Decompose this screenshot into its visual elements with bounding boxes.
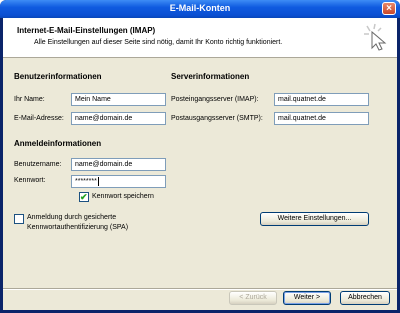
title-bar[interactable]: E-Mail-Konten × (0, 0, 400, 18)
spa-label-line1[interactable]: Anmeldung durch gesicherte (27, 214, 116, 221)
password-field[interactable]: ******** (71, 175, 166, 188)
back-button[interactable]: < Zurück (229, 291, 277, 305)
cancel-button[interactable]: Abbrechen (340, 291, 390, 305)
next-button[interactable]: Weiter > (283, 291, 331, 305)
login-info-heading: Anmeldeinformationen (14, 139, 102, 148)
more-settings-button[interactable]: Weitere Einstellungen... (260, 212, 369, 226)
header-subtitle: Alle Einstellungen auf dieser Seite sind… (34, 39, 283, 46)
name-label: Ihr Name: (14, 96, 45, 103)
wizard-cursor-icon (364, 23, 387, 51)
password-value: ******** (75, 178, 97, 185)
remember-password-label[interactable]: Kennwort speichern (92, 193, 154, 200)
username-field[interactable]: name@domain.de (71, 158, 166, 171)
server-info-heading: Serverinformationen (171, 72, 250, 81)
email-field[interactable]: name@domain.de (71, 112, 166, 125)
wizard-header: Internet-E-Mail-Einstellungen (IMAP) All… (3, 18, 397, 58)
window-title: E-Mail-Konten (169, 3, 231, 13)
password-label: Kennwort: (14, 177, 46, 184)
username-label: Benutzername: (14, 161, 62, 168)
email-accounts-window: E-Mail-Konten × Internet-E-Mail-Einstell… (0, 0, 400, 313)
user-info-heading: Benutzerinformationen (14, 72, 102, 81)
text-caret (97, 177, 99, 186)
remember-password-checkbox[interactable]: ✔ (79, 192, 89, 202)
spa-label-line2[interactable]: Kennwortauthentifizierung (SPA) (27, 224, 128, 231)
incoming-server-label: Posteingangsserver (IMAP): (171, 96, 259, 103)
header-title: Internet-E-Mail-Einstellungen (IMAP) (17, 26, 156, 35)
outgoing-server-label: Postausgangsserver (SMTP): (171, 115, 263, 122)
email-label: E-Mail-Adresse: (14, 115, 64, 122)
dialog-body: Internet-E-Mail-Einstellungen (IMAP) All… (3, 18, 397, 310)
spa-checkbox[interactable] (14, 214, 24, 224)
checkmark-icon: ✔ (80, 192, 88, 202)
close-button[interactable]: × (382, 2, 396, 15)
footer-divider-highlight (3, 289, 397, 290)
outgoing-server-field[interactable]: mail.quatnet.de (274, 112, 369, 125)
incoming-server-field[interactable]: mail.quatnet.de (274, 93, 369, 106)
name-field[interactable]: Mein Name (71, 93, 166, 106)
